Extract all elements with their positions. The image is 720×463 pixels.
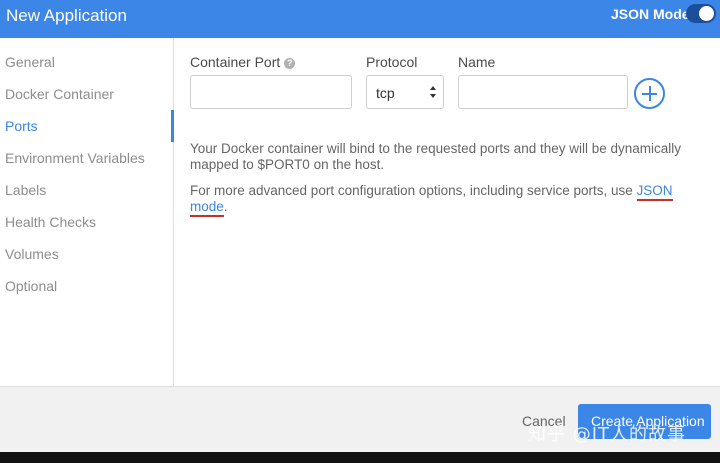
add-port-button[interactable] (634, 78, 665, 109)
port-binding-help: Your Docker container will bind to the r… (190, 141, 682, 172)
modal-title: New Application (6, 6, 127, 25)
json-mode-label: JSON Mode (611, 6, 690, 22)
sidebar-item-health-checks[interactable]: Health Checks (5, 214, 96, 230)
name-input[interactable] (458, 75, 628, 109)
container-port-label: Container Port? (190, 54, 296, 70)
sidebar-item-docker-container[interactable]: Docker Container (5, 86, 114, 102)
watermark-text: 知乎 @IT人的故事 (528, 424, 687, 445)
toggle-knob (699, 6, 714, 21)
sidebar-item-general[interactable]: General (5, 54, 55, 70)
sidebar-item-environment-variables[interactable]: Environment Variables (5, 150, 145, 166)
advanced-config-help: For more advanced port configuration opt… (190, 183, 710, 217)
sidebar-item-ports[interactable]: Ports (5, 118, 38, 134)
json-mode-toggle[interactable] (686, 4, 716, 23)
new-application-modal: New Application JSON Mode General Docker… (0, 0, 720, 452)
container-port-label-text: Container Port (190, 54, 281, 70)
sidebar-item-volumes[interactable]: Volumes (5, 246, 59, 262)
container-port-input[interactable] (190, 75, 352, 109)
bottom-strip (0, 452, 720, 463)
active-indicator (171, 110, 174, 142)
sidebar-item-labels[interactable]: Labels (5, 182, 46, 198)
sidebar-nav: General Docker Container Ports Environme… (0, 38, 174, 386)
protocol-select[interactable]: tcp (366, 75, 444, 109)
advanced-config-help-suffix: . (223, 199, 228, 214)
modal-header: New Application JSON Mode (0, 0, 720, 38)
name-label: Name (458, 54, 496, 70)
advanced-config-help-prefix: For more advanced port configuration opt… (190, 183, 637, 198)
select-arrows-icon (430, 86, 436, 98)
sidebar-item-optional[interactable]: Optional (5, 278, 57, 294)
protocol-select-value: tcp (376, 85, 395, 101)
protocol-label: Protocol (366, 54, 418, 70)
help-icon[interactable]: ? (284, 58, 296, 69)
